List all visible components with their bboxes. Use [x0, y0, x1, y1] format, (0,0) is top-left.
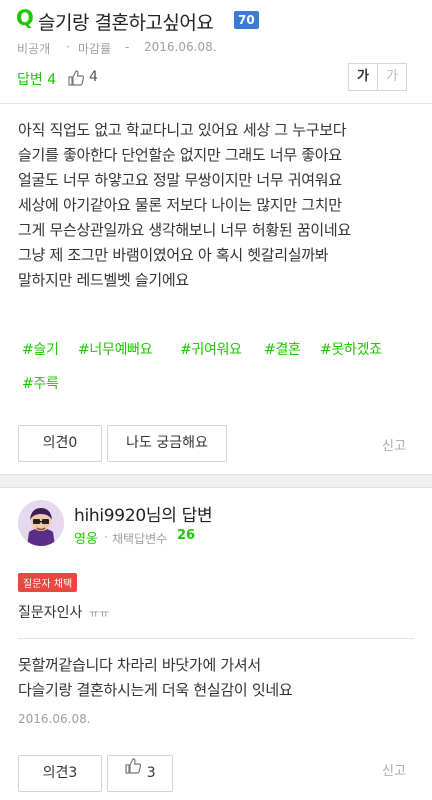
asker-adopted-badge: 질문자 채택	[18, 573, 78, 592]
question-date: 2016.06.08.	[144, 40, 217, 54]
answerer-rank: 영웅	[74, 532, 98, 547]
answer-count[interactable]: 답변 4	[17, 69, 56, 89]
question-body-line: 얼굴도 너무 하얗고요 정말 무쌍이지만 너무 귀여워요	[18, 171, 342, 189]
question-body-line: 그게 무슨상관일까요 생각해보니 너무 허황된 꿈이네요	[18, 221, 351, 239]
question-body-line: 말하지만 레드벨벳 슬기에요	[18, 271, 189, 289]
tag-link[interactable]: #못하겠죠	[320, 339, 382, 359]
question-body-line: 아직 직업도 없고 학교다니고 있어요 세상 그 누구보다	[18, 121, 347, 139]
status-label: 마감률	[78, 42, 112, 56]
question-body: 아직 직업도 없고 학교다니고 있어요 세상 그 누구보다 슬기를 좋아한다 단…	[18, 118, 418, 293]
me-too-curious-button[interactable]: 나도 궁금해요	[107, 425, 227, 462]
font-size-large-button[interactable]: 가	[348, 63, 378, 91]
question-opinion-button[interactable]: 의견0	[18, 425, 102, 462]
points-badge: 70	[234, 11, 259, 29]
answer-like-count: 3	[146, 765, 156, 781]
answer-report-link[interactable]: 신고	[382, 760, 406, 779]
visibility-label: 비공개	[17, 42, 51, 56]
thumbs-up-icon	[124, 754, 142, 789]
tag-link[interactable]: #주륵	[22, 373, 59, 393]
font-size-small-button[interactable]: 가	[378, 63, 407, 91]
tag-link[interactable]: #너무예뻐요	[78, 339, 153, 359]
answerer-name[interactable]: hihi9920님의 답변	[74, 501, 213, 526]
like-count: 4	[89, 69, 98, 85]
tag-link[interactable]: #슬기	[22, 339, 59, 359]
meta-separator: ·	[104, 530, 108, 544]
answer-date: 2016.06.08.	[18, 712, 91, 726]
header-divider	[0, 103, 432, 104]
answer-body: 못할꺼같습니다 차라리 바닷가에 가셔서 다슬기랑 결혼하시는게 더욱 현실감이…	[18, 653, 418, 703]
section-divider	[0, 474, 432, 488]
tag-link[interactable]: #귀여워요	[180, 339, 242, 359]
question-title: 슬기랑 결혼하고싶어요	[38, 12, 214, 34]
user-avatar-icon	[18, 500, 64, 546]
thumbs-up-icon[interactable]	[67, 69, 85, 91]
question-body-line: 세상에 아기같아요 물론 저보다 나이는 많지만 그치만	[18, 196, 342, 214]
status-suffix: -	[125, 40, 130, 54]
adopted-answers-label: 채택답변수	[112, 532, 168, 546]
adopted-answers-count: 26	[177, 528, 196, 543]
avatar[interactable]	[18, 500, 64, 546]
question-body-line: 슬기를 좋아한다 단언할순 없지만 그래도 너무 좋아요	[18, 146, 342, 164]
meta-separator: ·	[66, 40, 70, 54]
question-mark-icon: Q	[16, 6, 34, 30]
answer-opinion-button[interactable]: 의견3	[18, 755, 102, 792]
answer-like-button[interactable]: 3	[107, 755, 173, 792]
asker-greeting-emote: ㅠㅠ	[89, 607, 110, 620]
asker-greeting: 질문자인사	[18, 605, 83, 621]
question-report-link[interactable]: 신고	[382, 435, 406, 454]
question-body-line: 그냥 제 조그만 바램이였어요 아 혹시 헷갈리실까봐	[18, 246, 329, 264]
tag-link[interactable]: #결혼	[264, 339, 301, 359]
answer-inner-divider	[18, 638, 414, 639]
answer-body-line: 다슬기랑 결혼하시는게 더욱 현실감이 잇네요	[18, 681, 293, 699]
answer-body-line: 못할꺼같습니다 차라리 바닷가에 가셔서	[18, 656, 261, 674]
